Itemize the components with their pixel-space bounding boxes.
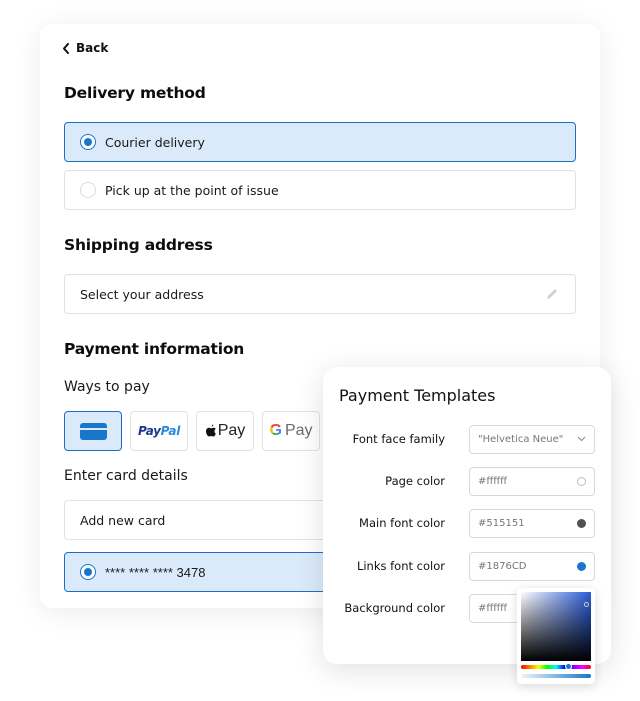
row-label: Background color (344, 601, 445, 615)
font-family-select[interactable]: "Helvetica Neue" (469, 424, 595, 454)
delivery-method-title: Delivery method (64, 84, 206, 102)
row-label: Page color (385, 474, 445, 488)
option-label: Courier delivery (105, 134, 205, 150)
color-swatch-icon[interactable] (577, 518, 586, 528)
radio-selected[interactable] (80, 564, 96, 580)
chevron-down-icon (577, 436, 586, 442)
template-row-font-family: Font face family "Helvetica Neue" (323, 424, 611, 454)
saturation-handle[interactable] (584, 602, 589, 607)
pencil-icon[interactable] (545, 287, 559, 301)
back-link[interactable]: Back (62, 41, 108, 55)
back-label: Back (76, 41, 109, 55)
template-row-page-color: Page color #ffffff (323, 466, 611, 496)
google-g-icon: G (269, 422, 282, 439)
color-swatch-icon[interactable] (577, 476, 586, 486)
payment-information-title: Payment information (64, 340, 245, 358)
chevron-left-icon (63, 42, 69, 54)
delivery-option-pickup[interactable]: Pick up at the point of issue (64, 170, 576, 210)
ways-to-pay-label: Ways to pay (64, 379, 150, 395)
saturation-value-area[interactable] (521, 592, 591, 661)
pay-method-google-pay[interactable]: G Pay (262, 411, 320, 451)
row-label: Main font color (359, 516, 445, 530)
option-label: Pick up at the point of issue (105, 182, 279, 198)
radio-unselected[interactable] (80, 182, 96, 198)
pay-method-card[interactable] (64, 411, 122, 451)
main-font-color-input[interactable]: #515151 (469, 508, 595, 538)
google-pay-logo: G Pay (269, 422, 313, 439)
row-label: Links font color (356, 559, 445, 573)
links-font-color-input[interactable]: #1876CD (469, 551, 595, 581)
page-color-input[interactable]: #ffffff (469, 466, 595, 496)
templates-title: Payment Templates (339, 386, 496, 405)
address-field[interactable]: Select your address (64, 274, 576, 314)
hue-slider[interactable] (521, 665, 591, 669)
card-details-label: Enter card details (64, 468, 188, 484)
address-placeholder: Select your address (80, 286, 204, 302)
apple-pay-logo: Pay (205, 422, 245, 440)
template-row-main-font-color: Main font color #515151 (323, 508, 611, 538)
alpha-slider[interactable] (521, 674, 591, 678)
shipping-address-title: Shipping address (64, 236, 213, 254)
color-picker-popover (517, 588, 595, 684)
hue-slider-handle[interactable] (565, 663, 572, 670)
apple-icon (205, 424, 216, 437)
pay-method-paypal[interactable]: PayPal (130, 411, 188, 451)
color-swatch-icon[interactable] (577, 561, 586, 571)
row-label: Font face family (352, 432, 445, 446)
template-row-links-font-color: Links font color #1876CD (323, 551, 611, 581)
delivery-option-courier[interactable]: Courier delivery (64, 122, 576, 162)
pay-method-apple-pay[interactable]: Pay (196, 411, 254, 451)
credit-card-icon (79, 422, 107, 440)
paypal-logo: PayPal (137, 424, 181, 438)
radio-selected[interactable] (80, 134, 96, 150)
